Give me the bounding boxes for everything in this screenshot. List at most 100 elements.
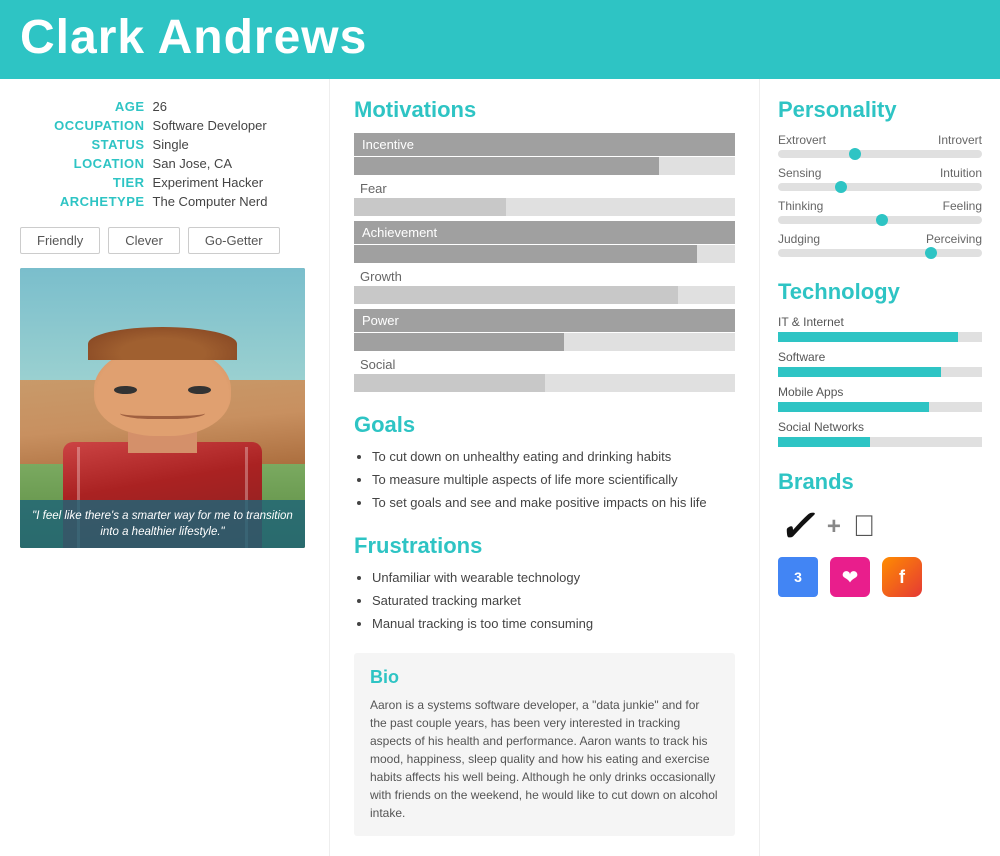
- personality-right-2: Feeling: [943, 199, 982, 213]
- personality-left-3: Judging: [778, 232, 820, 246]
- brand-apple: : [853, 510, 876, 544]
- occupation-value: Software Developer: [149, 116, 309, 135]
- personality-right-3: Perceiving: [926, 232, 982, 246]
- motivation-bar-0: [354, 157, 735, 175]
- bio-text: Aaron is a systems software developer, a…: [370, 696, 719, 822]
- trait-buttons: Friendly Clever Go-Getter: [20, 227, 309, 254]
- list-item: Saturated tracking market: [372, 592, 735, 610]
- tech-item-0: IT & Internet: [778, 315, 982, 342]
- brand-nike: ✓: [778, 505, 815, 549]
- list-item: Manual tracking is too time consuming: [372, 615, 735, 633]
- goals-section: Goals To cut down on unhealthy eating an…: [354, 412, 735, 513]
- personality-left-2: Thinking: [778, 199, 823, 213]
- brands-row-2: 3 ❤ f: [778, 557, 982, 597]
- tech-item-3: Social Networks: [778, 420, 982, 447]
- slider-thumb-1: [835, 181, 847, 193]
- brands-section: Brands ✓ +  3 ❤ f: [778, 469, 982, 597]
- tech-item-1: Software: [778, 350, 982, 377]
- right-column: Personality Extrovert Introvert Sensing …: [760, 79, 1000, 856]
- brand-google-calendar: 3: [778, 557, 818, 597]
- slider-track-2: [778, 216, 982, 224]
- personality-left-0: Extrovert: [778, 133, 826, 147]
- frustrations-list: Unfamiliar with wearable technology Satu…: [372, 569, 735, 634]
- archetype-value: The Computer Nerd: [149, 192, 309, 211]
- motivation-label-3: Growth: [354, 266, 408, 287]
- slider-thumb-3: [925, 247, 937, 259]
- personality-row-1: Sensing Intuition: [778, 166, 982, 191]
- page-title: Clark Andrews: [20, 10, 980, 65]
- middle-column: Motivations Incentive Fear Achievement: [330, 79, 760, 856]
- brands-row-1: ✓ + : [778, 505, 982, 549]
- location-value: San Jose, CA: [149, 154, 309, 173]
- list-item: To set goals and see and make positive i…: [372, 494, 735, 512]
- trait-friendly[interactable]: Friendly: [20, 227, 100, 254]
- archetype-label: ARCHETYPE: [20, 192, 149, 211]
- brand-health: ❤: [830, 557, 870, 597]
- tech-label-0: IT & Internet: [778, 315, 982, 329]
- personality-right-0: Introvert: [938, 133, 982, 147]
- status-label: STATUS: [20, 135, 149, 154]
- main-content: AGE 26 OCCUPATION Software Developer STA…: [0, 79, 1000, 856]
- header: Clark Andrews: [0, 0, 1000, 79]
- motivation-row: Growth: [354, 268, 735, 304]
- slider-thumb-2: [876, 214, 888, 226]
- tech-label-3: Social Networks: [778, 420, 982, 434]
- tech-label-1: Software: [778, 350, 982, 364]
- motivation-bar-1: [354, 198, 735, 216]
- bio-section: Bio Aaron is a systems software develope…: [354, 653, 735, 836]
- motivation-label-2: Achievement: [354, 221, 735, 244]
- bio-title: Bio: [370, 667, 719, 688]
- frustrations-section: Frustrations Unfamiliar with wearable te…: [354, 533, 735, 634]
- status-value: Single: [149, 135, 309, 154]
- motivations-section: Motivations Incentive Fear Achievement: [354, 97, 735, 392]
- trait-go-getter[interactable]: Go-Getter: [188, 227, 280, 254]
- slider-thumb-0: [849, 148, 861, 160]
- motivation-bar-5: [354, 374, 735, 392]
- slider-track-0: [778, 150, 982, 158]
- motivation-bar-3: [354, 286, 735, 304]
- list-item: To cut down on unhealthy eating and drin…: [372, 448, 735, 466]
- left-column: AGE 26 OCCUPATION Software Developer STA…: [0, 79, 330, 856]
- brand-plus: +: [827, 513, 841, 541]
- motivation-label-1: Fear: [354, 178, 393, 199]
- avatar: "I feel like there's a smarter way for m…: [20, 268, 305, 548]
- personality-section: Personality Extrovert Introvert Sensing …: [778, 97, 982, 257]
- profile-info: AGE 26 OCCUPATION Software Developer STA…: [20, 97, 309, 211]
- motivation-label-4: Power: [354, 309, 735, 332]
- location-label: LOCATION: [20, 154, 149, 173]
- motivation-row: Power: [354, 309, 735, 351]
- personality-right-1: Intuition: [940, 166, 982, 180]
- personality-left-1: Sensing: [778, 166, 821, 180]
- motivation-bar-2: [354, 245, 735, 263]
- motivation-label-0: Incentive: [354, 133, 735, 156]
- slider-track-3: [778, 249, 982, 257]
- personality-row-0: Extrovert Introvert: [778, 133, 982, 158]
- tech-item-2: Mobile Apps: [778, 385, 982, 412]
- brand-flipboard: f: [882, 557, 922, 597]
- motivations-title: Motivations: [354, 97, 735, 123]
- motivation-bar-4: [354, 333, 735, 351]
- tier-value: Experiment Hacker: [149, 173, 309, 192]
- list-item: Unfamiliar with wearable technology: [372, 569, 735, 587]
- age-value: 26: [149, 97, 309, 116]
- goals-title: Goals: [354, 412, 735, 438]
- occupation-label: OCCUPATION: [20, 116, 149, 135]
- technology-title: Technology: [778, 279, 982, 305]
- motivation-row: Social: [354, 356, 735, 392]
- age-label: AGE: [20, 97, 149, 116]
- personality-row-2: Thinking Feeling: [778, 199, 982, 224]
- frustrations-title: Frustrations: [354, 533, 735, 559]
- brands-title: Brands: [778, 469, 982, 495]
- technology-section: Technology IT & Internet Software Mobile…: [778, 279, 982, 447]
- goals-list: To cut down on unhealthy eating and drin…: [372, 448, 735, 513]
- trait-clever[interactable]: Clever: [108, 227, 180, 254]
- slider-track-1: [778, 183, 982, 191]
- motivation-row: Achievement: [354, 221, 735, 263]
- personality-row-3: Judging Perceiving: [778, 232, 982, 257]
- motivation-row: Fear: [354, 180, 735, 216]
- motivation-label-5: Social: [354, 354, 401, 375]
- avatar-quote: "I feel like there's a smarter way for m…: [20, 500, 305, 548]
- personality-title: Personality: [778, 97, 982, 123]
- tech-label-2: Mobile Apps: [778, 385, 982, 399]
- tier-label: TIER: [20, 173, 149, 192]
